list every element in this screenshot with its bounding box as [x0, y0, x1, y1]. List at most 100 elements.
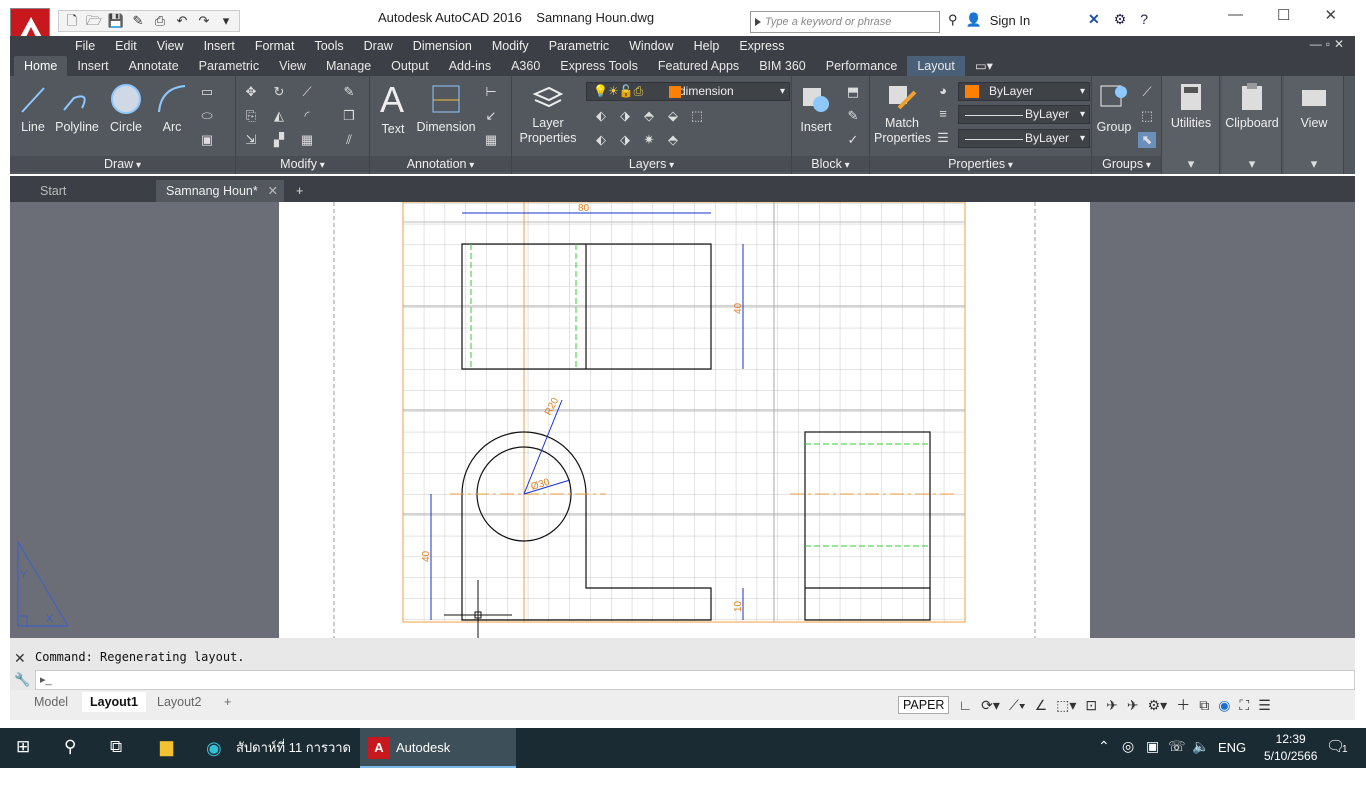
file-tab-start[interactable]: Start: [10, 180, 156, 202]
sign-in-button[interactable]: ⚲ 👤 Sign In: [948, 12, 1030, 28]
menu-format[interactable]: Format: [245, 39, 305, 53]
open-icon[interactable]: 🗁: [84, 12, 104, 30]
layer-tool-4-icon[interactable]: ⬙: [664, 108, 682, 124]
rectangle-icon[interactable]: ▭: [198, 84, 216, 100]
layer-tool-7-icon[interactable]: ⬗: [616, 132, 634, 148]
erase-icon[interactable]: ✎: [340, 84, 358, 100]
array-icon[interactable]: ▦: [298, 132, 316, 148]
block-attribute-icon[interactable]: ✓: [844, 132, 862, 148]
arc-button[interactable]: Arc: [154, 82, 190, 134]
volume-icon[interactable]: 🔈: [1192, 738, 1209, 755]
file-tab-close-icon[interactable]: ✕: [268, 180, 278, 202]
layer-tool-9-icon[interactable]: ⬘: [664, 132, 682, 148]
menu-tools[interactable]: Tools: [304, 39, 353, 53]
groups-panel-title[interactable]: Groups: [1092, 156, 1161, 172]
tray-chevron-icon[interactable]: ⌃: [1098, 738, 1110, 755]
offset-icon[interactable]: ⫽: [340, 132, 358, 148]
view-button[interactable]: View: [1284, 82, 1344, 130]
dim-step-text[interactable]: 10: [733, 600, 744, 612]
rotate-icon[interactable]: ↻: [270, 84, 288, 100]
menu-express[interactable]: Express: [729, 39, 794, 53]
layout-tab-layout1[interactable]: Layout1: [82, 692, 146, 712]
paper-space-toggle[interactable]: PAPER: [898, 696, 950, 714]
table-icon[interactable]: ▦: [482, 132, 500, 148]
dimension-button[interactable]: Dimension: [416, 82, 476, 134]
annotation-scale-icon[interactable]: ✈: [1127, 697, 1139, 714]
tab-add-ins[interactable]: Add-ins: [439, 56, 501, 76]
file-explorer-icon[interactable]: ▆: [160, 737, 173, 757]
ungroup-icon[interactable]: ⟋: [1138, 84, 1156, 100]
save-as-icon[interactable]: ✎: [128, 12, 148, 30]
redo-icon[interactable]: ↷: [194, 12, 214, 30]
stretch-icon[interactable]: ⇲: [242, 132, 260, 148]
viewport-grid[interactable]: [402, 202, 966, 623]
layer-tool-3-icon[interactable]: ⬘: [640, 108, 658, 124]
hatch-icon[interactable]: ⬭: [198, 108, 216, 124]
language-indicator[interactable]: ENG: [1218, 740, 1246, 755]
properties-panel-title[interactable]: Properties: [870, 156, 1091, 172]
plot-icon[interactable]: ⎙: [150, 12, 170, 30]
workspace-icon[interactable]: ⚙▾: [1148, 697, 1168, 714]
view-expand-icon[interactable]: ▾: [1305, 156, 1323, 172]
undo-icon[interactable]: ↶: [172, 12, 192, 30]
tab-manage[interactable]: Manage: [316, 56, 381, 76]
tab-layout[interactable]: Layout: [907, 56, 965, 76]
dim-height-text[interactable]: 40: [733, 302, 744, 314]
menu-parametric[interactable]: Parametric: [539, 39, 619, 53]
menu-dimension[interactable]: Dimension: [403, 39, 482, 53]
menu-window[interactable]: Window: [619, 39, 683, 53]
group-select-icon[interactable]: ⬉: [1138, 132, 1156, 148]
taskbar-edge[interactable]: ◉ สัปดาห์ที่ 11 การวาดภา...: [196, 728, 356, 795]
view-panel[interactable]: View ▾: [1284, 76, 1344, 174]
search-input[interactable]: Type a keyword or phrase: [750, 11, 940, 33]
edit-block-icon[interactable]: ✎: [844, 108, 862, 124]
command-prompt-icon[interactable]: ▸_: [40, 673, 52, 686]
layer-tool-1-icon[interactable]: ⬖: [592, 108, 610, 124]
color-dropdown[interactable]: ByLayer: [958, 82, 1090, 101]
fillet-icon[interactable]: ◜: [298, 108, 316, 124]
scale-icon[interactable]: ▞: [270, 132, 288, 148]
tray-app-icon[interactable]: ◎: [1122, 738, 1134, 755]
ortho-icon[interactable]: ∟: [958, 697, 972, 713]
file-tab-current[interactable]: Samnang Houn* ✕: [156, 180, 284, 202]
clock[interactable]: 12:39 5/10/2566: [1264, 731, 1317, 765]
linetype-dropdown[interactable]: ByLayer: [958, 129, 1090, 148]
menu-edit[interactable]: Edit: [105, 39, 147, 53]
layer-tool-8-icon[interactable]: ✷: [640, 132, 658, 148]
annotation-monitor-icon[interactable]: ＋: [1176, 695, 1190, 715]
dim-width-text[interactable]: 80: [578, 203, 590, 214]
qat-dropdown-icon[interactable]: ▾: [216, 12, 236, 30]
new-icon[interactable]: 🗋: [62, 12, 82, 30]
tab-output[interactable]: Output: [381, 56, 439, 76]
help-icon[interactable]: ?: [1140, 11, 1148, 28]
tab-a360[interactable]: A360: [501, 56, 550, 76]
object-snap-icon[interactable]: ⬚▾: [1056, 697, 1076, 714]
layer-dropdown[interactable]: 💡☀🔓⎙ dimension: [586, 82, 790, 101]
group-button[interactable]: Group: [1094, 82, 1134, 134]
clean-screen-icon[interactable]: ⛶: [1239, 697, 1249, 714]
group-edit-icon[interactable]: ⬚: [1138, 108, 1156, 124]
text-button[interactable]: A Text: [376, 78, 410, 136]
circle-button[interactable]: Circle: [108, 82, 144, 134]
object-snap-tracking-icon[interactable]: ∠: [1035, 697, 1048, 714]
tab-insert[interactable]: Insert: [67, 56, 118, 76]
tab-home[interactable]: Home: [14, 56, 68, 76]
command-customize-icon[interactable]: 🔧: [14, 672, 30, 688]
block-panel-title[interactable]: Block: [792, 156, 869, 172]
tab-featured-apps[interactable]: Featured Apps: [648, 56, 749, 76]
tab-view[interactable]: View: [269, 56, 316, 76]
layer-tool-5-icon[interactable]: ⬚: [688, 108, 706, 124]
network-icon[interactable]: ☏: [1168, 738, 1186, 755]
isodraft-icon[interactable]: ⟋▾: [1009, 697, 1026, 714]
annotation-panel-title[interactable]: Annotation: [370, 156, 511, 172]
tab-parametric[interactable]: Parametric: [189, 56, 269, 76]
utilities-expand-icon[interactable]: ▾: [1182, 156, 1200, 172]
tab-express-tools[interactable]: Express Tools: [550, 56, 648, 76]
command-input[interactable]: ▸_: [35, 670, 1355, 690]
clipboard-expand-icon[interactable]: ▾: [1243, 156, 1261, 172]
dim-base-text[interactable]: 40: [421, 550, 432, 562]
explode-icon[interactable]: ❒: [340, 108, 358, 124]
windows-start-icon[interactable]: ⊞: [16, 737, 30, 757]
tray-autocad-icon[interactable]: ▣: [1146, 738, 1159, 755]
copy-icon[interactable]: ⎘: [242, 108, 260, 124]
